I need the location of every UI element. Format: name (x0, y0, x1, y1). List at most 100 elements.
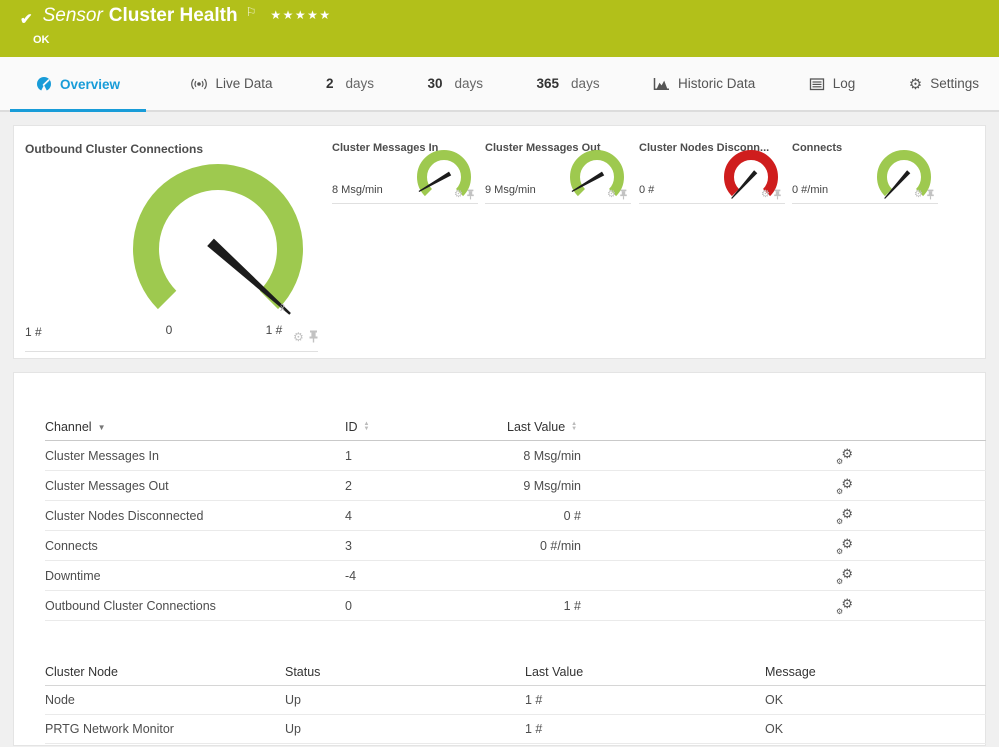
tab-historic-data[interactable]: Historic Data (643, 57, 765, 110)
tab-30-days[interactable]: 30 days (418, 57, 494, 110)
status-ok-check-icon: ✔ (20, 10, 33, 28)
channel-name[interactable]: Outbound Cluster Connections (45, 599, 345, 613)
node-status: Up (285, 693, 525, 707)
divider (25, 351, 318, 352)
column-header-last-value[interactable]: Last Value▲▼ (507, 420, 581, 434)
channel-settings-gears-icon[interactable]: ⚙ ⚙ (837, 538, 853, 554)
channel-id: 0 (345, 599, 507, 613)
tab-settings[interactable]: ⚙ Settings (899, 57, 989, 110)
gear-icon: ⚙ (909, 75, 922, 93)
gauge-value: 8 Msg/min (332, 184, 383, 196)
table-row: Cluster Nodes Disconnected 4 0 # ⚙ ⚙ (45, 501, 986, 531)
table-row: Connects 3 0 #/min ⚙ ⚙ (45, 531, 986, 561)
cluster-node-table-header: Cluster Node Status Last Value Message (45, 659, 986, 686)
channel-table: Channel▼ ID▲▼ Last Value▲▼ Cluster Messa… (45, 413, 986, 621)
channel-last-value: 0 #/min (507, 539, 581, 553)
channel-settings-gears-icon[interactable]: ⚙ ⚙ (837, 448, 853, 464)
divider (332, 203, 478, 204)
log-list-icon (809, 76, 825, 92)
priority-stars[interactable]: ★★★★★ (270, 8, 331, 22)
pin-icon[interactable] (308, 330, 319, 343)
sensor-title-row: ✔ Sensor Cluster Health ⚐ ★★★★★ (20, 5, 332, 28)
channel-last-value: 9 Msg/min (507, 479, 581, 493)
column-header-last-value: Last Value (525, 665, 765, 679)
tab-bar: Overview Live Data 2 days 30 days 365 da… (0, 57, 999, 112)
broadcast-icon (190, 76, 208, 92)
status-badge: OK (33, 34, 50, 46)
pin-icon[interactable] (773, 189, 782, 200)
column-header-id[interactable]: ID▲▼ (345, 420, 507, 434)
tab-overview[interactable]: Overview (10, 59, 146, 112)
main-gauge (118, 149, 318, 349)
channel-name[interactable]: Cluster Messages In (45, 449, 345, 463)
tab-label: Overview (60, 77, 120, 92)
table-row: Downtime -4 ⚙ ⚙ (45, 561, 986, 591)
gauge-dial (716, 142, 786, 212)
tab-365-days[interactable]: 365 days (527, 57, 610, 110)
column-header-cluster-node: Cluster Node (45, 665, 285, 679)
node-message: OK (765, 693, 986, 707)
table-row: Cluster Messages Out 2 9 Msg/min ⚙ ⚙ (45, 471, 986, 501)
channel-settings-gears-icon[interactable]: ⚙ ⚙ (837, 508, 853, 524)
gauge-dial (409, 142, 479, 212)
channel-name[interactable]: Cluster Messages Out (45, 479, 345, 493)
table-row: PRTG Network Monitor Up 1 # OK (45, 715, 986, 744)
sort-icon: ▲▼ (364, 422, 370, 432)
table-row: Cluster Messages In 1 8 Msg/min ⚙ ⚙ (45, 441, 986, 471)
divider (792, 203, 938, 204)
channel-name[interactable]: Connects (45, 539, 345, 553)
cluster-node-table: Cluster Node Status Last Value Message N… (45, 659, 986, 744)
gauges-panel: Outbound Cluster Connections x̄ 1 # 0 1 … (13, 125, 986, 359)
tab-label: Live Data (216, 76, 273, 91)
channel-last-value: 8 Msg/min (507, 449, 581, 463)
gauge-tools: ⚙ (914, 189, 935, 200)
gauge-value: 9 Msg/min (485, 184, 536, 196)
channel-table-header: Channel▼ ID▲▼ Last Value▲▼ (45, 413, 986, 441)
gauge-cluster-messages-in: Cluster Messages In 8 Msg/min ⚙ (332, 126, 478, 360)
channel-settings-gears-icon[interactable]: ⚙ ⚙ (837, 598, 853, 614)
channel-settings-gears-icon[interactable]: ⚙ ⚙ (837, 478, 853, 494)
channel-settings-gears-icon[interactable]: ⚙ ⚙ (837, 568, 853, 584)
node-status: Up (285, 722, 525, 736)
channel-id: 3 (345, 539, 507, 553)
main-gauge-max-label: 1 # (254, 323, 294, 337)
node-last-value: 1 # (525, 722, 765, 736)
node-last-value: 1 # (525, 693, 765, 707)
tab-label: Historic Data (678, 76, 755, 91)
channel-id: 1 (345, 449, 507, 463)
pin-icon[interactable] (926, 189, 935, 200)
average-marker: x̄ (280, 303, 285, 314)
gauge-dial (562, 142, 632, 212)
historic-chart-icon (653, 76, 670, 92)
node-name[interactable]: PRTG Network Monitor (45, 722, 285, 736)
pin-icon[interactable] (466, 189, 475, 200)
pin-icon[interactable] (619, 189, 628, 200)
gauge-tools: ⚙ (761, 189, 782, 200)
column-header-message: Message (765, 665, 986, 679)
gauge-value: 0 #/min (792, 184, 828, 196)
gear-icon[interactable]: ⚙ (914, 190, 923, 200)
gear-icon[interactable]: ⚙ (293, 331, 304, 343)
divider (639, 203, 785, 204)
gauge-value: 0 # (639, 184, 654, 196)
column-header-channel[interactable]: Channel▼ (45, 420, 345, 434)
gauge-tools: ⚙ (454, 189, 475, 200)
gauge-icon (36, 76, 52, 92)
column-header-status: Status (285, 665, 525, 679)
main-gauge-current-value: 1 # (25, 325, 42, 339)
gear-icon[interactable]: ⚙ (454, 190, 463, 200)
flag-icon[interactable]: ⚐ (246, 5, 257, 19)
channel-name[interactable]: Downtime (45, 569, 345, 583)
tab-2-days[interactable]: 2 days (316, 57, 384, 110)
gear-icon[interactable]: ⚙ (761, 190, 770, 200)
node-name[interactable]: Node (45, 693, 285, 707)
divider (485, 203, 631, 204)
gauge-cluster-nodes-disconnected: Cluster Nodes Disconn... 0 # ⚙ (639, 126, 785, 360)
tab-live-data[interactable]: Live Data (180, 57, 283, 110)
table-row: Outbound Cluster Connections 0 1 # ⚙ ⚙ (45, 591, 986, 621)
gear-icon[interactable]: ⚙ (607, 190, 616, 200)
tab-log[interactable]: Log (799, 57, 866, 110)
channel-name[interactable]: Cluster Nodes Disconnected (45, 509, 345, 523)
channel-id: 4 (345, 509, 507, 523)
sensor-header: ✔ Sensor Cluster Health ⚐ ★★★★★ OK (0, 0, 999, 57)
